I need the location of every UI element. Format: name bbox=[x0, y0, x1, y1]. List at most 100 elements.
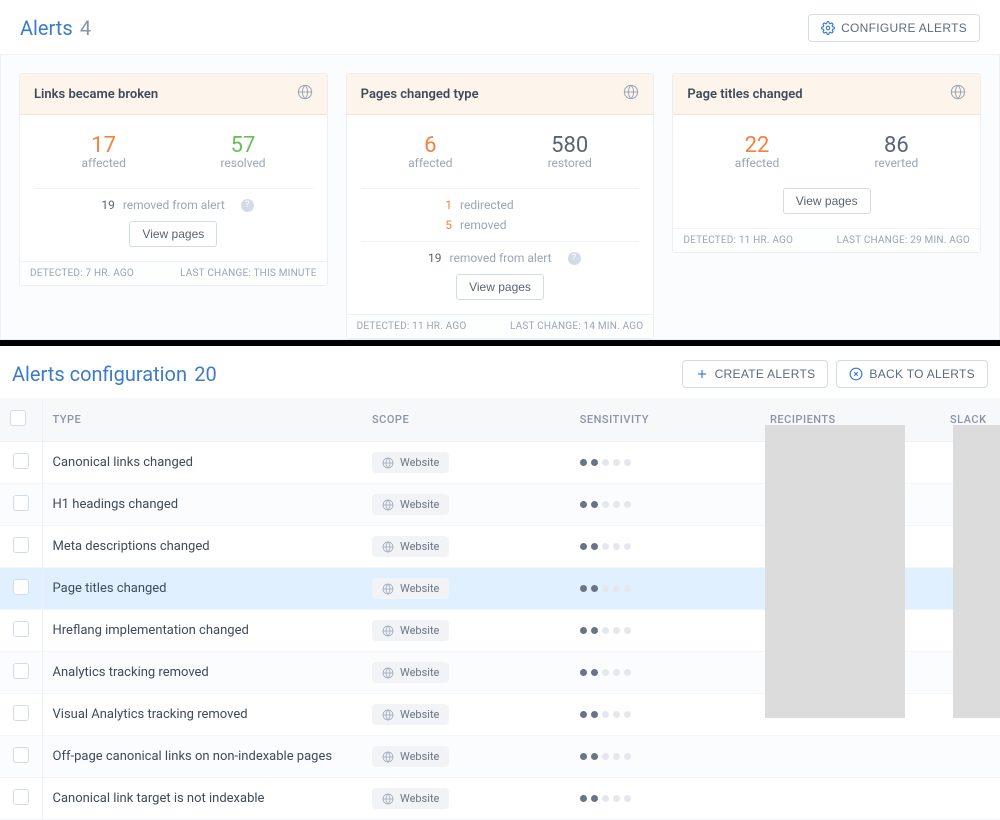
sensitivity-dot bbox=[602, 585, 609, 592]
stat: 580restored bbox=[500, 129, 639, 182]
stat: 86reverted bbox=[827, 129, 966, 182]
alert-card: Page titles changed22affected86revertedV… bbox=[672, 73, 981, 253]
scope-label: Website bbox=[400, 792, 439, 805]
sensitivity-dot bbox=[602, 459, 609, 466]
configure-alerts-button[interactable]: CONFIGURE ALERTS bbox=[808, 14, 980, 42]
sensitivity-dot bbox=[591, 627, 598, 634]
sensitivity-dots[interactable] bbox=[580, 501, 750, 508]
info-line: 19removed from alert? bbox=[34, 195, 313, 215]
row-checkbox[interactable] bbox=[13, 579, 29, 595]
sensitivity-dot bbox=[613, 627, 620, 634]
sensitivity-dots[interactable] bbox=[580, 585, 750, 592]
sensitivity-dot bbox=[602, 543, 609, 550]
sensitivity-dot bbox=[580, 627, 587, 634]
scope-label: Website bbox=[400, 750, 439, 763]
sensitivity-dot bbox=[602, 711, 609, 718]
scope-pill[interactable]: Website bbox=[372, 578, 449, 599]
table-row[interactable]: Off-page canonical links on non-indexabl… bbox=[0, 736, 1000, 778]
sensitivity-dot bbox=[580, 585, 587, 592]
sensitivity-dots[interactable] bbox=[580, 711, 750, 718]
info-number: 5 bbox=[430, 218, 452, 232]
row-checkbox[interactable] bbox=[13, 705, 29, 721]
sensitivity-dot bbox=[591, 543, 598, 550]
th-type[interactable]: TYPE bbox=[42, 398, 362, 442]
sensitivity-dots[interactable] bbox=[580, 795, 750, 802]
row-type: Visual Analytics tracking removed bbox=[42, 694, 362, 736]
sensitivity-dot bbox=[591, 459, 598, 466]
config-header: Alerts configuration 20 CREATE ALERTS BA… bbox=[0, 346, 1000, 398]
sensitivity-dot bbox=[602, 795, 609, 802]
sensitivity-dots[interactable] bbox=[580, 627, 750, 634]
stat-label: affected bbox=[687, 156, 826, 170]
stat: 6affected bbox=[361, 129, 500, 182]
view-pages-button[interactable]: View pages bbox=[783, 188, 871, 214]
sensitivity-dot bbox=[580, 753, 587, 760]
help-icon[interactable]: ? bbox=[568, 252, 581, 265]
sensitivity-dot bbox=[613, 711, 620, 718]
sensitivity-dot bbox=[580, 669, 587, 676]
row-checkbox[interactable] bbox=[13, 495, 29, 511]
stat-number: 57 bbox=[173, 133, 312, 158]
th-scope[interactable]: SCOPE bbox=[362, 398, 570, 442]
scope-pill[interactable]: Website bbox=[372, 662, 449, 683]
scope-pill[interactable]: Website bbox=[372, 452, 449, 473]
help-icon[interactable]: ? bbox=[241, 199, 254, 212]
row-checkbox[interactable] bbox=[13, 453, 29, 469]
info-line: 5removed bbox=[361, 215, 640, 235]
sensitivity-dot bbox=[624, 543, 631, 550]
sensitivity-dot bbox=[624, 501, 631, 508]
info-line: 1redirected bbox=[361, 195, 640, 215]
card-title: Links became broken bbox=[34, 87, 158, 102]
row-checkbox[interactable] bbox=[13, 663, 29, 679]
alert-card: Pages changed type6affected580restored1r… bbox=[346, 73, 655, 339]
stat-label: reverted bbox=[827, 156, 966, 170]
row-checkbox[interactable] bbox=[13, 747, 29, 763]
create-alerts-button[interactable]: CREATE ALERTS bbox=[682, 360, 829, 388]
view-pages-button[interactable]: View pages bbox=[456, 274, 544, 300]
row-checkbox[interactable] bbox=[13, 789, 29, 805]
select-all-checkbox[interactable] bbox=[10, 410, 26, 426]
scope-pill[interactable]: Website bbox=[372, 494, 449, 515]
stat-number: 86 bbox=[827, 133, 966, 158]
view-pages-button[interactable]: View pages bbox=[129, 221, 217, 247]
back-to-alerts-button[interactable]: BACK TO ALERTS bbox=[836, 360, 988, 388]
configure-alerts-label: CONFIGURE ALERTS bbox=[841, 21, 967, 35]
sensitivity-dot bbox=[580, 711, 587, 718]
stat-label: restored bbox=[500, 156, 639, 170]
sensitivity-dots[interactable] bbox=[580, 459, 750, 466]
scope-pill[interactable]: Website bbox=[372, 536, 449, 557]
table-row[interactable]: Canonical link target is not indexableWe… bbox=[0, 778, 1000, 820]
detected-label: DETECTED: 11 HR. AGO bbox=[357, 321, 467, 332]
scope-pill[interactable]: Website bbox=[372, 704, 449, 725]
sensitivity-dots[interactable] bbox=[580, 543, 750, 550]
sensitivity-dot bbox=[591, 711, 598, 718]
scope-pill[interactable]: Website bbox=[372, 620, 449, 641]
info-number: 1 bbox=[430, 198, 452, 212]
sensitivity-dots[interactable] bbox=[580, 753, 750, 760]
info-line: 19removed from alert? bbox=[361, 248, 640, 268]
stat-label: affected bbox=[34, 156, 173, 170]
sensitivity-dot bbox=[624, 753, 631, 760]
th-sensitivity[interactable]: SENSITIVITY bbox=[570, 398, 760, 442]
sensitivity-dot bbox=[624, 669, 631, 676]
scope-pill[interactable]: Website bbox=[372, 788, 449, 809]
alerts-panel: Links became broken17affected57resolved1… bbox=[0, 54, 1000, 340]
sensitivity-dots[interactable] bbox=[580, 669, 750, 676]
slack-cell bbox=[940, 778, 1000, 820]
row-checkbox[interactable] bbox=[13, 537, 29, 553]
sensitivity-dot bbox=[613, 795, 620, 802]
stat-number: 580 bbox=[500, 133, 639, 158]
scope-pill[interactable]: Website bbox=[372, 746, 449, 767]
close-circle-icon bbox=[849, 367, 863, 381]
globe-icon bbox=[950, 84, 966, 104]
row-checkbox[interactable] bbox=[13, 621, 29, 637]
card-footer: DETECTED: 11 HR. AGOLAST CHANGE: 14 MIN.… bbox=[347, 314, 654, 338]
row-type: Meta descriptions changed bbox=[42, 526, 362, 568]
config-title: Alerts configuration bbox=[12, 362, 187, 386]
stat-number: 22 bbox=[687, 133, 826, 158]
card-header: Links became broken bbox=[20, 74, 327, 115]
sensitivity-dot bbox=[624, 459, 631, 466]
stat: 57resolved bbox=[173, 129, 312, 182]
row-type: Page titles changed bbox=[42, 568, 362, 610]
sensitivity-dot bbox=[624, 795, 631, 802]
